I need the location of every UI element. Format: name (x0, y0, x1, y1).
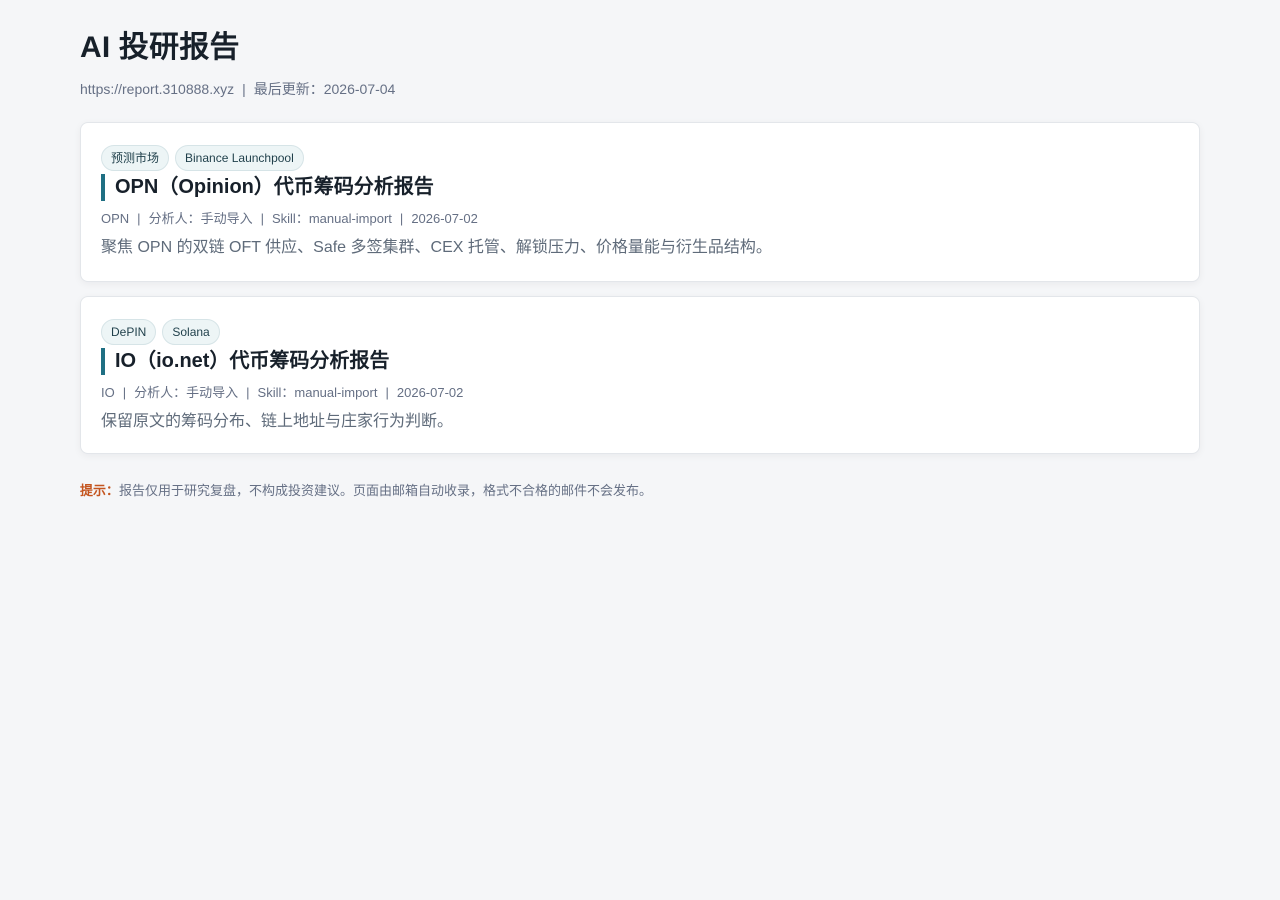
page-header: AI 投研报告 https://report.310888.xyz | 最后更新：2… (80, 30, 1200, 99)
analyst-label: 分析人： (134, 385, 187, 400)
report-summary: 聚焦 OPN 的双链 OFT 供应、Safe 多签集群、CEX 托管、解锁压力、… (101, 239, 772, 256)
tag[interactable]: 预测市场 (101, 145, 170, 171)
report-list: 预测市场 Binance Launchpool OPN（Opinion）代币筹码… (80, 122, 1200, 468)
site-meta: https://report.310888.xyz | 最后更新：2026-07-0… (80, 79, 1200, 99)
tag-row: 预测市场 Binance Launchpool (101, 145, 1179, 171)
report-title[interactable]: IO（io.net）代币筹码分析报告 (101, 348, 1179, 375)
report-meta: OPN | 分析人：手动导入 | Skill：manual-import | 2026-07… (101, 210, 1179, 228)
report-summary: 保留原文的筹码分布、链上地址与庄家行为判断。 (101, 413, 454, 430)
tag[interactable]: Binance Launchpool (175, 145, 304, 171)
tag[interactable]: Solana (162, 319, 220, 345)
skill-name: manual-import (308, 211, 392, 226)
report-title[interactable]: OPN（Opinion）代币筹码分析报告 (101, 174, 1179, 201)
meta-separator: | (260, 211, 264, 226)
meta-separator: | (385, 385, 389, 400)
notice: 提示：报告仅用于研究复盘，不构成投资建议。页面由邮箱自动收录，格式不合格的邮件不… (80, 481, 1200, 501)
tag[interactable]: DePIN (101, 319, 157, 345)
last-updated-label: 最后更新： (253, 81, 324, 97)
skill-name: manual-import (294, 385, 378, 400)
skill-label: Skill： (257, 385, 295, 400)
analyst-name: 手动导入 (186, 385, 239, 400)
page: AI 投研报告 https://report.310888.xyz | 最后更新：2… (0, 0, 1280, 900)
report-token: IO (101, 385, 115, 400)
meta-separator: | (399, 211, 404, 226)
meta-separator: | (122, 385, 127, 400)
meta-separator: | (246, 385, 250, 400)
report-token: OPN (101, 211, 130, 226)
meta-separator: | (137, 211, 141, 226)
skill-label: Skill： (271, 211, 309, 226)
report-date: 2026-07-02 (396, 385, 464, 400)
analyst-label: 分析人： (148, 211, 201, 226)
page-title: AI 投研报告 (80, 31, 240, 64)
report-card[interactable]: 预测市场 Binance Launchpool OPN（Opinion）代币筹码… (80, 122, 1200, 282)
site-url: https://report.310888.xyz (80, 81, 235, 97)
meta-separator: | (242, 81, 246, 97)
analyst-name: 手动导入 (200, 211, 253, 226)
report-date: 2026-07-02 (411, 211, 478, 226)
tag-row: DePIN Solana (101, 319, 1179, 345)
report-meta: IO | 分析人：手动导入 | Skill：manual-import | 2026-07-… (101, 384, 1179, 402)
notice-text: 报告仅用于研究复盘，不构成投资建议。页面由邮箱自动收录，格式不合格的邮件不会发布… (119, 483, 653, 498)
report-card[interactable]: DePIN Solana IO（io.net）代币筹码分析报告 IO | 分析人：手… (80, 296, 1200, 454)
notice-label: 提示： (80, 483, 120, 498)
last-updated-date: 2026-07-04 (323, 81, 396, 97)
